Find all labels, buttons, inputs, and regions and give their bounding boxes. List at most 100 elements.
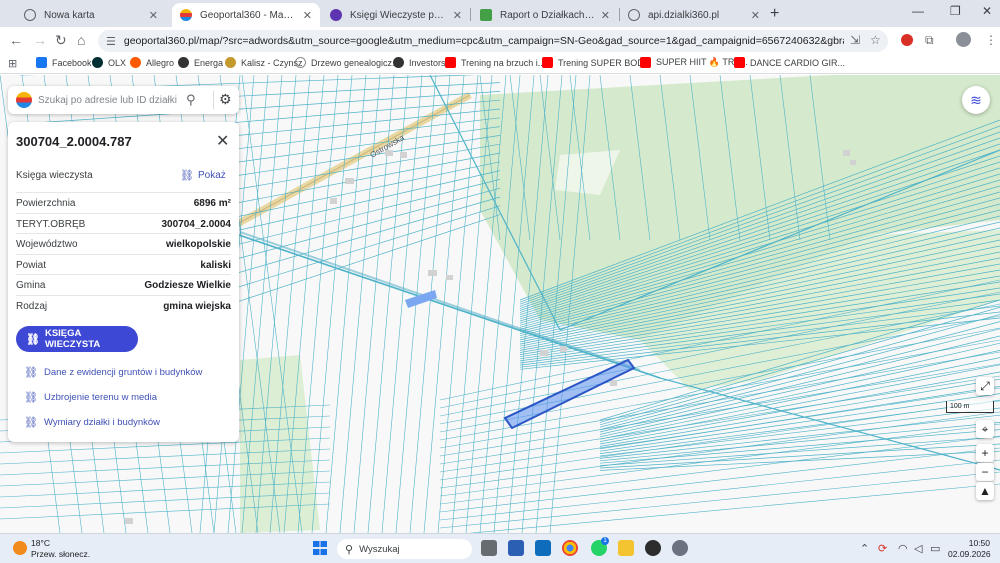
attribute-key: Rodzaj xyxy=(16,301,48,312)
outlook-icon[interactable] xyxy=(535,540,551,556)
forward-button[interactable]: → xyxy=(33,32,47,48)
dimensions-link[interactable]: ⛓ Wymiary działki i budynków xyxy=(24,416,160,429)
bookmark-super-hiit[interactable]: SUPER HIIT 🔥 TRE... xyxy=(640,57,748,68)
search-input[interactable]: Szukaj po adresie lub ID działki ... xyxy=(38,95,178,106)
land-register-button[interactable]: ⛓ KSIĘGA WIECZYSTA xyxy=(16,326,138,352)
close-tab-icon[interactable]: ✕ xyxy=(453,9,462,22)
bookmark-kalisz-czynsz[interactable]: Kalisz - Czynsz xyxy=(225,57,303,68)
bookmark-dance-cardio[interactable]: DANCE CARDIO GIR... xyxy=(734,57,845,68)
land-records-link-label: Dane z ewidencji gruntów i budynków xyxy=(43,367,203,378)
site-info-icon[interactable]: ☰ xyxy=(106,35,116,48)
tab-ksiegi-wieczyste[interactable]: Księgi Wieczyste po Numerze D ✕ xyxy=(322,3,470,27)
bookmark-energa[interactable]: Energa xyxy=(178,57,223,68)
close-window-button[interactable]: ✕ xyxy=(982,4,992,18)
menu-icon[interactable]: ⋮ xyxy=(985,33,997,47)
parcel-boundary-line xyxy=(599,443,1000,469)
gear-icon[interactable]: ⚙ xyxy=(219,91,232,108)
land-records-link[interactable]: ⛓ Dane z ewidencji gruntów i budynków xyxy=(24,366,202,379)
task-view-icon[interactable] xyxy=(481,540,497,556)
tab-raport-o-dzialkach[interactable]: Raport o Działkach | Działki360 ✕ xyxy=(472,3,618,27)
utilities-link-label: Uzbrojenie terenu w media xyxy=(43,392,157,403)
close-tab-icon[interactable]: ✕ xyxy=(601,9,610,22)
start-menu-icon[interactable] xyxy=(313,541,327,555)
attribute-value: 6896 m² xyxy=(193,198,231,209)
clock-date[interactable]: 02.09.2026 xyxy=(948,549,991,559)
tab-title: Nowa karta xyxy=(44,9,95,21)
notification-badge: 1 xyxy=(601,537,609,545)
weather-condition[interactable]: Przew. słonecz. xyxy=(31,549,90,559)
parcel-boundary-line xyxy=(599,364,1000,442)
kalisz-icon xyxy=(225,57,236,68)
profile-avatar[interactable] xyxy=(956,32,971,47)
minimize-button[interactable]: — xyxy=(912,4,924,18)
reload-button[interactable]: ↻ xyxy=(55,32,67,49)
sync-icon[interactable]: ⟳ xyxy=(878,542,887,555)
bookmark-investors[interactable]: Investors xyxy=(393,57,446,68)
facebook-icon xyxy=(36,57,47,68)
bookmark-trening-super-body[interactable]: Trening SUPER BOD... xyxy=(542,57,651,68)
close-tab-icon[interactable]: ✕ xyxy=(149,9,158,22)
tab-geoportal360[interactable]: Geoportal360 - Mapa Interaktywna ✕ xyxy=(172,3,320,27)
address-bar[interactable]: ☰ geoportal360.pl/map/?src=adwords&utm_s… xyxy=(98,30,888,52)
compass-button[interactable]: ▲ xyxy=(976,482,994,500)
bookmark-star-icon[interactable]: ☆ xyxy=(870,33,881,47)
bookmark-label: Energa xyxy=(194,57,224,68)
bookmark-drzewo-genealogiczne[interactable]: Drzewo genealogicz... xyxy=(295,57,400,68)
home-button[interactable]: ⌂ xyxy=(77,32,85,48)
bookmark-label: DANCE CARDIO GIR... xyxy=(750,57,846,68)
close-tab-icon[interactable]: ✕ xyxy=(751,9,760,22)
link-icon: ⛓ xyxy=(26,333,40,346)
land-register-row: Księga wieczysta ⛓ Pokaż xyxy=(16,168,231,188)
word-icon[interactable] xyxy=(508,540,524,556)
link-icon: ⛓ xyxy=(24,417,38,429)
volume-icon[interactable]: ◁ xyxy=(914,542,922,555)
parcel-boundary-line xyxy=(439,447,1000,513)
attribute-row: TERYT.OBRĘB 300704_2.0004 xyxy=(16,213,231,233)
search-icon[interactable]: ⚲ xyxy=(186,92,196,108)
bookmark-label: Trening SUPER BOD... xyxy=(558,57,652,68)
weather-sun-icon[interactable] xyxy=(13,541,27,555)
clock-time[interactable]: 10:50 xyxy=(948,538,990,548)
chatgpt-icon[interactable] xyxy=(645,540,661,556)
zoom-in-button[interactable]: + xyxy=(976,444,994,462)
extension-red-icon[interactable] xyxy=(901,34,913,46)
fullscreen-button[interactable]: ⤢ xyxy=(976,377,994,395)
install-app-icon[interactable]: ⇲ xyxy=(850,33,860,47)
attribute-value: gmina wiejska xyxy=(163,301,231,312)
browser-toolbar: ← → ↻ ⌂ ☰ geoportal360.pl/map/?src=adwor… xyxy=(0,27,1000,54)
new-tab-button[interactable]: + xyxy=(770,5,779,23)
taskbar-search[interactable]: ⚲ Wyszukaj xyxy=(337,539,472,559)
extensions-icon[interactable]: ⧉ xyxy=(925,33,934,48)
attribute-value: 300704_2.0004 xyxy=(161,219,231,230)
olx-icon xyxy=(92,57,103,68)
battery-icon[interactable]: ▭ xyxy=(930,542,940,555)
attribute-value: Godziesze Wielkie xyxy=(144,280,231,291)
zoom-out-button[interactable]: − xyxy=(976,463,994,481)
close-tab-icon[interactable]: ✕ xyxy=(303,9,312,22)
chrome-icon[interactable] xyxy=(562,540,578,556)
bookmark-trening-brzuch[interactable]: Trening na brzuch i... xyxy=(445,57,545,68)
show-hidden-icons-chevron-icon[interactable]: ⌃ xyxy=(860,542,869,555)
attribute-key: Powiat xyxy=(16,260,47,271)
tab-api-dzialki360[interactable]: api.dzialki360.pl ✕ xyxy=(620,3,768,27)
bookmark-olx[interactable]: OLX xyxy=(92,57,126,68)
wifi-icon[interactable]: ◠ xyxy=(898,542,908,555)
tab-new-tab[interactable]: Nowa karta ✕ xyxy=(16,3,166,27)
back-button[interactable]: ← xyxy=(9,32,23,48)
geoportal-logo-icon xyxy=(16,92,32,108)
geolocate-button[interactable]: ⌖ xyxy=(976,420,994,438)
layers-button[interactable]: ≋ xyxy=(962,86,990,114)
utilities-link[interactable]: ⛓ Uzbrojenie terenu w media xyxy=(24,391,157,404)
tab-title: api.dzialki360.pl xyxy=(648,9,720,21)
restore-button[interactable]: ❐ xyxy=(950,4,961,18)
bookmark-allegro[interactable]: Allegro xyxy=(130,57,174,68)
file-explorer-icon[interactable] xyxy=(618,540,634,556)
close-panel-icon[interactable]: ✕ xyxy=(216,131,229,151)
apps-grid-icon[interactable]: ⊞ xyxy=(8,57,17,70)
settings-icon[interactable] xyxy=(672,540,688,556)
link-icon: ⛓ xyxy=(24,392,38,404)
bookmark-facebook[interactable]: Facebook xyxy=(36,57,92,68)
weather-temperature[interactable]: 18°C xyxy=(31,538,50,548)
show-land-register-link[interactable]: ⛓ Pokaż xyxy=(180,169,226,182)
youtube-icon xyxy=(542,57,553,68)
